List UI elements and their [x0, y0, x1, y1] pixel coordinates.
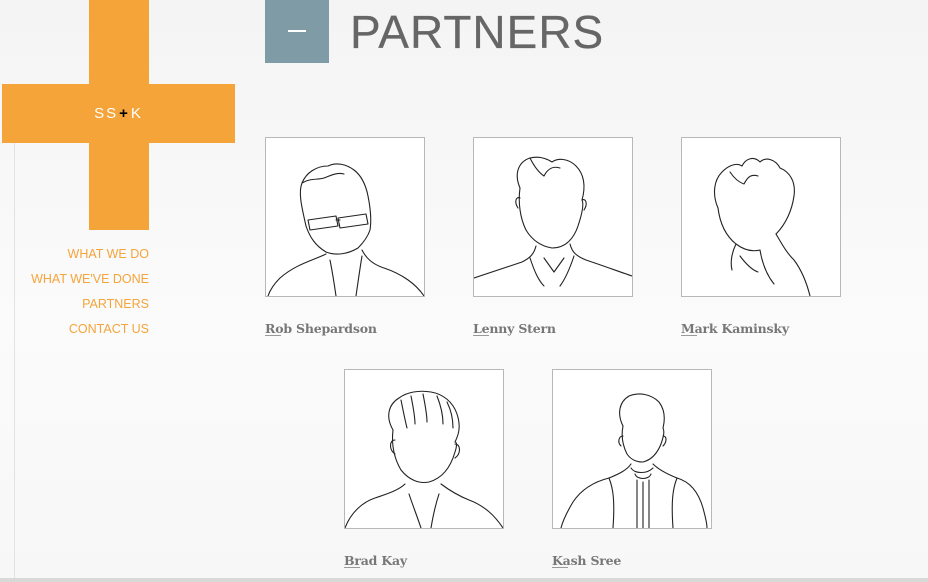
portrait-sketch-icon [267, 163, 424, 296]
nav-item-partners[interactable]: PARTNERS [0, 296, 149, 321]
logo-text-left: SS [94, 105, 119, 122]
name-underline [473, 335, 489, 336]
nav-item-what-we-do[interactable]: WHAT WE DO [0, 246, 149, 271]
partner-name-link[interactable]: Lenny Stern [473, 321, 556, 336]
portrait-sketch-icon [345, 390, 503, 528]
logo-plus: + [119, 105, 130, 122]
name-underline [681, 335, 697, 336]
name-underline [265, 335, 281, 336]
partner-card: Kash Sree [552, 369, 712, 570]
partner-name-link[interactable]: Rob Shepardson [265, 321, 377, 336]
collapse-button[interactable] [265, 0, 329, 63]
nav-item-contact-us[interactable]: CONTACT US [0, 321, 149, 346]
name-underline [552, 567, 568, 568]
portrait-sketch-icon [474, 156, 632, 287]
partner-portrait[interactable] [344, 369, 504, 529]
name-underline [344, 567, 360, 568]
page-title: PARTNERS [350, 6, 605, 58]
partner-name-link[interactable]: Mark Kaminsky [681, 321, 789, 336]
partner-portrait[interactable] [552, 369, 712, 529]
partner-card: Lenny Stern [473, 137, 633, 338]
bottom-divider [0, 578, 928, 582]
partner-portrait[interactable] [473, 137, 633, 297]
partner-card: Mark Kaminsky [681, 137, 841, 338]
partner-card: Brad Kay [344, 369, 504, 570]
left-divider [14, 143, 15, 580]
nav-item-what-weve-done[interactable]: WHAT WE'VE DONE [0, 271, 149, 296]
logo-text-right: K [130, 105, 143, 122]
partner-portrait[interactable] [265, 137, 425, 297]
minus-icon [288, 30, 306, 32]
partner-name-link[interactable]: Kash Sree [552, 553, 621, 568]
portrait-sketch-icon [713, 157, 811, 296]
main-nav: WHAT WE DO WHAT WE'VE DONE PARTNERS CONT… [0, 246, 149, 346]
partner-card: Rob Shepardson [265, 137, 425, 338]
partner-portrait[interactable] [681, 137, 841, 297]
logo[interactable]: SS + K [2, 84, 235, 143]
partner-name-link[interactable]: Brad Kay [344, 553, 407, 568]
portrait-sketch-icon [560, 393, 708, 528]
